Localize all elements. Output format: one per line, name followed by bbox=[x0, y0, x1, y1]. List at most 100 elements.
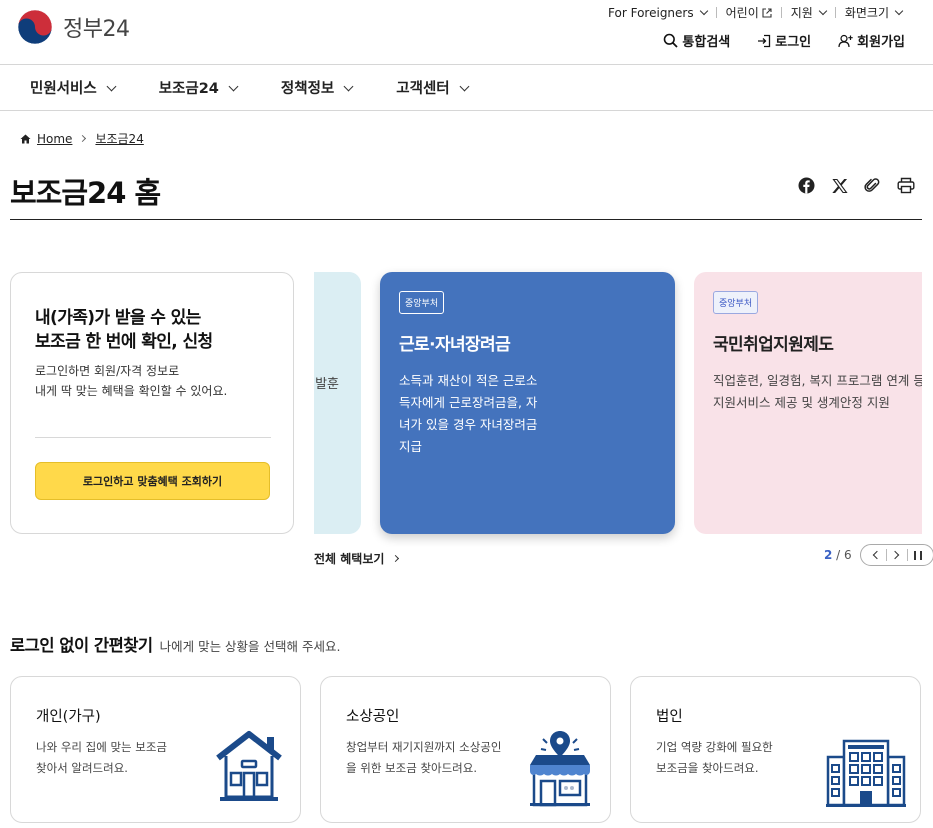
login-benefit-card: 내(가족)가 받을 수 있는 보조금 한 번에 확인, 신청 로그인하면 회원/… bbox=[10, 272, 294, 534]
search-icon bbox=[664, 33, 679, 48]
user-add-icon bbox=[838, 34, 853, 47]
login-benefit-button[interactable]: 로그인하고 맞춤혜택 조회하기 bbox=[35, 462, 270, 500]
divider bbox=[885, 549, 887, 561]
signup-button[interactable]: 회원가입 bbox=[838, 31, 905, 50]
carousel-slide-next[interactable]: 중앙부처 국민취업지원제도 직업훈련, 일경험, 복지 프로그램 연계 등 지원… bbox=[694, 272, 922, 534]
slide-desc-line: 지급 bbox=[399, 439, 423, 454]
pager-separator: / bbox=[832, 548, 845, 562]
integrated-search-button[interactable]: 통합검색 bbox=[663, 31, 730, 50]
carousel-slide-active[interactable]: 중앙부처 근로·자녀장려금 소득과 재산이 적은 근로소 득자에게 근로장려금을… bbox=[380, 272, 675, 534]
print-button[interactable] bbox=[896, 176, 915, 195]
slide-badge: 중앙부처 bbox=[399, 291, 445, 314]
login-button[interactable]: 로그인 bbox=[757, 31, 811, 50]
benefit-carousel[interactable]: 발훈 중앙부처 근로·자녀장려금 소득과 재산이 적은 근로소 득자에게 근로장… bbox=[314, 262, 922, 547]
login-card-desc-line: 내게 딱 맞는 혜택을 확인할 수 있어요. bbox=[35, 384, 228, 398]
signup-label: 회원가입 bbox=[857, 35, 905, 50]
slide-desc-line: 직업훈련, 일경험, 복지 프로그램 연계 등 bbox=[713, 373, 922, 388]
nav-label: 보조금24 bbox=[158, 81, 219, 97]
quick-find-card-individual[interactable]: 개인(가구) 나와 우리 집에 맞는 보조금 찾아서 알려드려요. bbox=[10, 676, 301, 823]
view-all-label: 전체 혜택보기 bbox=[314, 552, 385, 566]
quick-find-card-corporation[interactable]: 법인 기업 역량 강화에 필요한 보조금을 찾아드려요. bbox=[630, 676, 921, 823]
chevron-down-icon bbox=[894, 6, 904, 16]
gov24-logo[interactable]: 정부24 bbox=[17, 9, 130, 45]
carousel-slide-prev[interactable]: 발훈 bbox=[314, 272, 361, 534]
print-icon bbox=[897, 177, 915, 194]
chevron-right-icon bbox=[392, 554, 400, 563]
x-share-button[interactable] bbox=[830, 176, 849, 195]
chevron-left-icon bbox=[872, 550, 882, 560]
card-desc-line: 기업 역량 강화에 필요한 bbox=[656, 740, 773, 754]
card-desc-line: 을 위한 보조금 찾아드려요. bbox=[346, 761, 478, 775]
chevron-down-icon bbox=[818, 6, 828, 16]
chevron-right-icon bbox=[890, 550, 900, 560]
nav-civil-service[interactable]: 민원서비스 bbox=[30, 77, 117, 98]
store-icon bbox=[530, 731, 590, 807]
facebook-share-button[interactable] bbox=[797, 176, 816, 195]
x-icon bbox=[831, 178, 848, 193]
quick-find-card-small-business[interactable]: 소상공인 창업부터 재기지원까지 소상공인 을 위한 보조금 찾아드려요. bbox=[320, 676, 611, 823]
logo-text: 정부24 bbox=[63, 17, 130, 42]
quick-find-heading: 로그인 없이 간편찾기 나에게 맞는 상황을 선택해 주세요. bbox=[10, 632, 340, 656]
card-description: 창업부터 재기지원까지 소상공인 을 위한 보조금 찾아드려요. bbox=[346, 737, 521, 779]
page-title: 보조금24 홈 bbox=[10, 176, 161, 210]
view-all-benefits-link[interactable]: 전체 혜택보기 bbox=[314, 550, 402, 567]
chevron-down-icon bbox=[699, 6, 708, 16]
carousel-pager: 2 / 6 bbox=[824, 544, 933, 566]
card-desc-line: 찾아서 알려드려요. bbox=[36, 761, 128, 775]
card-title: 법인 bbox=[656, 709, 683, 725]
carousel-pause-button[interactable] bbox=[910, 547, 926, 563]
facebook-icon bbox=[798, 177, 815, 194]
for-foreigners-menu[interactable]: For Foreigners bbox=[599, 6, 716, 20]
slide-description: 소득과 재산이 적은 근로소 득자에게 근로장려금을, 자 녀가 있을 경우 자… bbox=[399, 370, 559, 458]
share-tools bbox=[797, 176, 915, 195]
nav-subsidy24[interactable]: 보조금24 bbox=[158, 77, 239, 98]
slide-desc-line: 지원서비스 제공 및 생계안정 지원 bbox=[713, 395, 890, 410]
house-icon bbox=[216, 731, 282, 801]
card-description: 나와 우리 집에 맞는 보조금 찾아서 알려드려요. bbox=[36, 737, 186, 779]
chevron-right-icon bbox=[79, 134, 87, 143]
search-label: 통합검색 bbox=[682, 35, 731, 50]
slide-title: 국민취업지원제도 bbox=[713, 335, 834, 355]
slide-title: 근로·자녀장려금 bbox=[399, 335, 511, 355]
login-card-title: 내(가족)가 받을 수 있는 보조금 한 번에 확인, 신청 bbox=[35, 306, 275, 354]
copy-link-button[interactable] bbox=[863, 176, 882, 195]
slide-desc-line: 녀가 있을 경우 자녀장려금 bbox=[399, 417, 538, 432]
support-menu[interactable]: 지원 bbox=[782, 4, 835, 21]
card-desc-line: 보조금을 찾아드려요. bbox=[656, 761, 759, 775]
divider bbox=[35, 437, 271, 438]
carousel-next-button[interactable] bbox=[889, 547, 905, 563]
screen-size-menu[interactable]: 화면크기 bbox=[836, 4, 911, 21]
utility-label: 지원 bbox=[790, 6, 813, 20]
breadcrumb: Home 보조금24 bbox=[20, 130, 144, 147]
slide-desc-line: 득자에게 근로장려금을, 자 bbox=[399, 395, 538, 410]
slide-badge: 중앙부처 bbox=[713, 291, 759, 314]
link-icon bbox=[864, 178, 880, 192]
slide-description: 직업훈련, 일경험, 복지 프로그램 연계 등 지원서비스 제공 및 생계안정 … bbox=[713, 370, 922, 414]
slide-partial-text: 발훈 bbox=[315, 377, 339, 392]
taegeuk-logo-icon bbox=[17, 9, 53, 45]
nav-policy-info[interactable]: 정책정보 bbox=[281, 77, 354, 98]
card-desc-line: 창업부터 재기지원까지 소상공인 bbox=[346, 740, 502, 754]
chevron-down-icon bbox=[228, 81, 239, 91]
login-card-title-line: 보조금 한 번에 확인, 신청 bbox=[35, 332, 213, 352]
breadcrumb-home-link[interactable]: Home bbox=[37, 132, 72, 146]
slide-desc-line: 소득과 재산이 적은 근로소 bbox=[399, 373, 538, 388]
external-link-icon bbox=[762, 7, 772, 18]
chevron-down-icon bbox=[106, 81, 117, 91]
pager-total: 6 bbox=[844, 548, 852, 562]
card-description: 기업 역량 강화에 필요한 보조금을 찾아드려요. bbox=[656, 737, 806, 779]
card-title: 개인(가구) bbox=[36, 709, 101, 725]
main-navigation: 민원서비스 보조금24 정책정보 고객센터 bbox=[0, 64, 933, 111]
pager-current: 2 bbox=[824, 548, 833, 562]
nav-customer-center[interactable]: 고객센터 bbox=[396, 77, 470, 98]
building-icon bbox=[826, 739, 906, 807]
carousel-prev-button[interactable] bbox=[868, 547, 884, 563]
login-card-title-line: 내(가족)가 받을 수 있는 bbox=[35, 308, 201, 328]
utility-label: 화면크기 bbox=[844, 6, 889, 20]
nav-label: 고객센터 bbox=[396, 81, 450, 97]
breadcrumb-current-link[interactable]: 보조금24 bbox=[95, 130, 143, 147]
divider bbox=[906, 549, 908, 561]
home-icon bbox=[20, 134, 31, 143]
kids-link[interactable]: 어린이 bbox=[717, 4, 781, 21]
login-label: 로그인 bbox=[775, 35, 812, 50]
